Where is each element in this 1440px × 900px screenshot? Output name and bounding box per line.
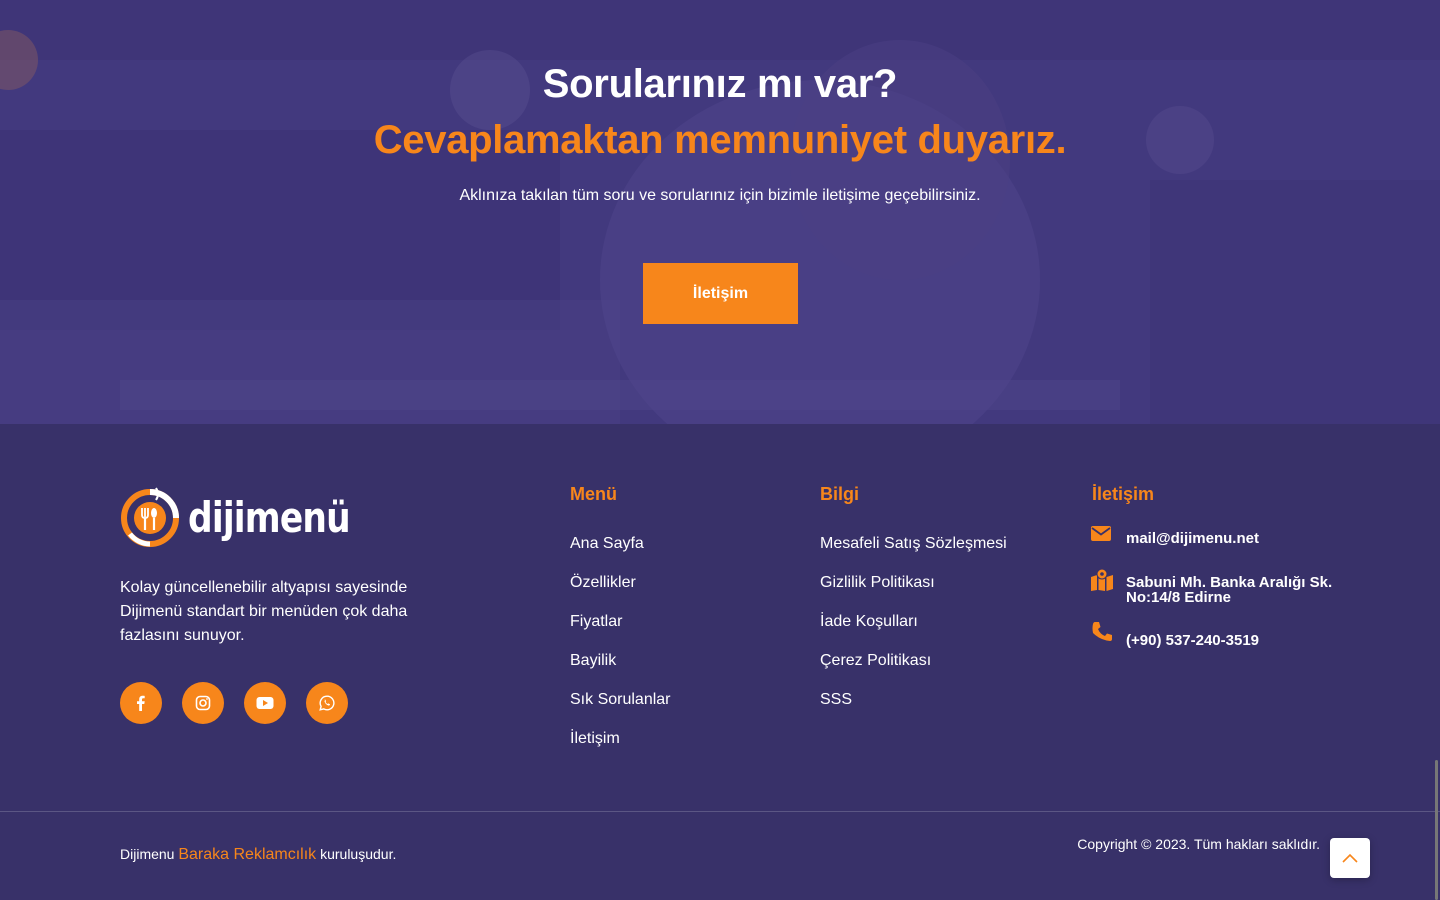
info-link-item: SSS <box>820 691 1007 730</box>
envelope-icon <box>1091 526 1111 541</box>
hero-description: Aklınıza takılan tüm soru ve sorularınız… <box>459 187 981 204</box>
brand-logo[interactable]: dijimenü <box>120 484 385 550</box>
about-text: Kolay güncellenebilir altyapısı sayesind… <box>120 579 408 644</box>
map-location-icon <box>1091 568 1113 591</box>
info-link-item: Gizlilik Politikası <box>820 574 1007 613</box>
facebook-button[interactable] <box>120 682 162 724</box>
social-links <box>120 682 348 724</box>
contact-address: Sabuni Mh. Banka Aralığı Sk. No:14/8 Edi… <box>1090 568 1332 605</box>
scroll-to-top-button[interactable] <box>1330 838 1370 878</box>
info-link-cookies[interactable]: Çerez Politikası <box>820 652 931 669</box>
menu-link-item: Fiyatlar <box>570 613 671 652</box>
menu-link-features[interactable]: Özellikler <box>570 574 636 591</box>
youtube-icon <box>256 697 274 709</box>
contact-address-line2: No:14/8 Edirne <box>1126 589 1232 606</box>
menu-link-list: Ana Sayfa Özellikler Fiyatlar Bayilik Sı… <box>570 535 671 769</box>
contact-phone-text: (+90) 537-240-3519 <box>1126 632 1260 649</box>
info-link-sss[interactable]: SSS <box>820 691 852 708</box>
info-link-item: Mesafeli Satış Sözleşmesi <box>820 535 1007 574</box>
footer-divider <box>0 811 1440 812</box>
contact-email[interactable]: mail@dijimenu.net <box>1090 522 1259 546</box>
whatsapp-button[interactable] <box>306 682 348 724</box>
credit-company-link[interactable]: Baraka Reklamcılık <box>178 846 316 863</box>
menu-link-pricing[interactable]: Fiyatlar <box>570 613 622 630</box>
credit-suffix: kuruluşudur. <box>320 846 397 862</box>
info-link-list: Mesafeli Satış Sözleşmesi Gizlilik Polit… <box>820 535 1007 730</box>
menu-link-item: Sık Sorulanlar <box>570 691 671 730</box>
menu-link-faq[interactable]: Sık Sorulanlar <box>570 691 671 708</box>
brand-name: dijimenü <box>188 492 351 542</box>
menu-column-title: Menü <box>570 484 617 504</box>
copyright-text: Copyright © 2023. Tüm hakları saklıdır. <box>1077 836 1320 852</box>
info-link-returns[interactable]: İade Koşulları <box>820 613 918 630</box>
footer-credit: Dijimenu Baraka Reklamcılık kuruluşudur. <box>120 846 396 864</box>
menu-link-item: Ana Sayfa <box>570 535 671 574</box>
instagram-icon <box>195 695 211 711</box>
facebook-icon <box>137 695 145 711</box>
info-link-item: İade Koşulları <box>820 613 1007 652</box>
info-link-distance-sales[interactable]: Mesafeli Satış Sözleşmesi <box>820 535 1007 552</box>
instagram-button[interactable] <box>182 682 224 724</box>
menu-link-item: İletişim <box>570 730 671 769</box>
info-link-privacy[interactable]: Gizlilik Politikası <box>820 574 935 591</box>
menu-link-contact[interactable]: İletişim <box>570 730 620 747</box>
contact-email-text: mail@dijimenu.net <box>1126 530 1259 547</box>
info-link-item: Çerez Politikası <box>820 652 1007 691</box>
dijimenu-logo-icon <box>121 487 179 547</box>
contact-address-line1: Sabuni Mh. Banka Aralığı Sk. <box>1126 574 1333 591</box>
hero-section: Sorularınız mı var? Cevaplamaktan memnun… <box>0 0 1440 424</box>
contact-button[interactable]: İletişim <box>643 263 798 324</box>
contact-column-title: İletişim <box>1092 484 1155 504</box>
credit-prefix: Dijimenu <box>120 846 175 862</box>
chevron-up-icon <box>1342 853 1358 863</box>
info-column-title: Bilgi <box>820 484 859 504</box>
menu-link-item: Özellikler <box>570 574 671 613</box>
contact-phone[interactable]: (+90) 537-240-3519 <box>1090 620 1259 648</box>
whatsapp-icon <box>319 695 335 711</box>
youtube-button[interactable] <box>244 682 286 724</box>
hero-subtitle: Cevaplamaktan memnuniyet duyarız. <box>373 118 1067 162</box>
hero-title: Sorularınız mı var? <box>542 62 898 106</box>
menu-link-home[interactable]: Ana Sayfa <box>570 535 644 552</box>
phone-icon <box>1092 622 1112 641</box>
menu-link-dealership[interactable]: Bayilik <box>570 652 616 669</box>
page-scrollbar[interactable] <box>1435 760 1438 900</box>
menu-link-item: Bayilik <box>570 652 671 691</box>
